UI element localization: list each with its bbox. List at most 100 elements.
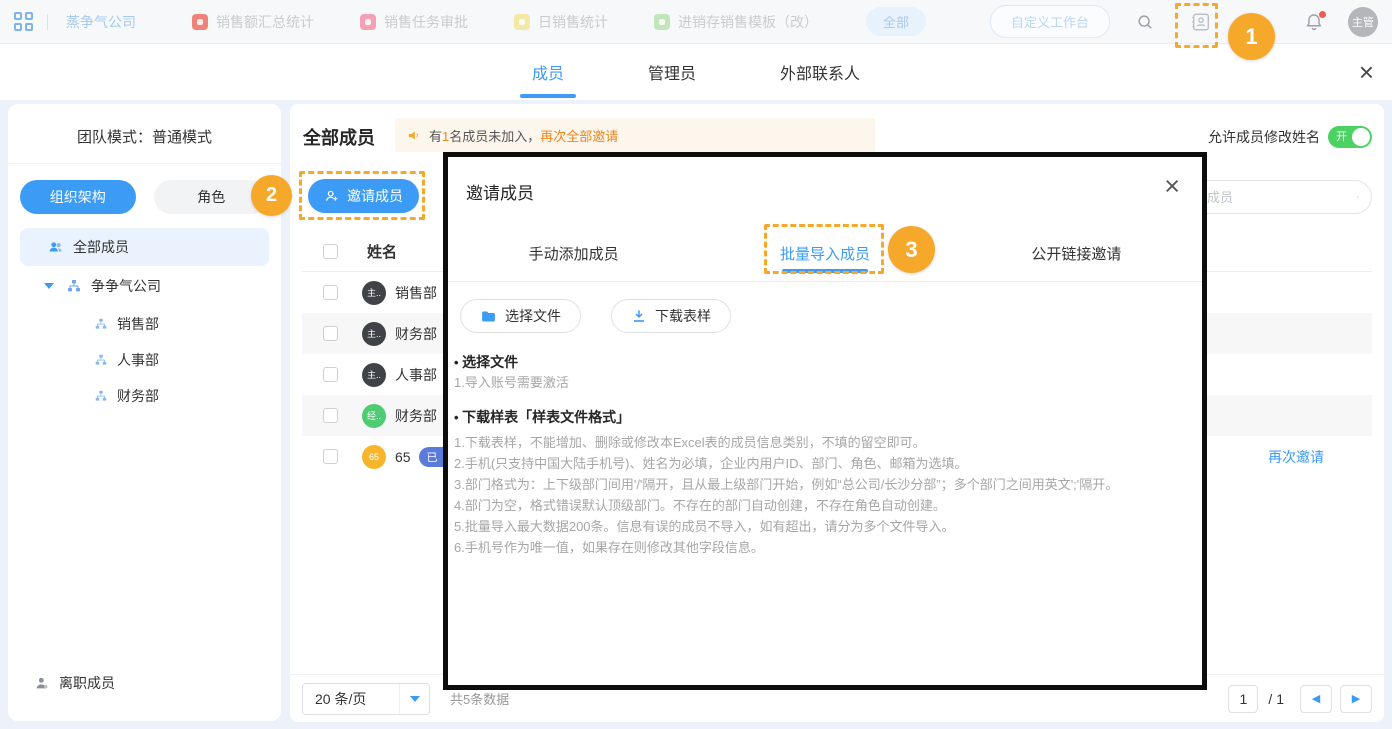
- prev-page-button[interactable]: [1300, 685, 1332, 713]
- instruction-line: 1.导入账号需要激活: [454, 372, 569, 393]
- row-checkbox[interactable]: [323, 449, 338, 464]
- select-all-checkbox[interactable]: [323, 244, 338, 259]
- close-icon[interactable]: ×: [1359, 58, 1374, 86]
- sidebar-item-sales-dept[interactable]: 销售部: [8, 306, 281, 342]
- page-title: 全部成员: [303, 124, 375, 150]
- notification-dot: [1319, 11, 1326, 18]
- contact-card-icon[interactable]: [1182, 5, 1220, 39]
- page-size-select[interactable]: 20 条/页: [302, 683, 430, 715]
- sidebar-item-finance-dept[interactable]: 财务部: [8, 378, 281, 414]
- modal-tabs: 手动添加成员 批量导入成员 公开链接邀请: [448, 225, 1202, 282]
- step-marker-3: 3: [888, 226, 935, 273]
- member-name: 财务部: [395, 406, 437, 426]
- speaker-icon: [407, 128, 422, 143]
- row-checkbox[interactable]: [323, 285, 338, 300]
- tab-external-contacts[interactable]: 外部联系人: [776, 44, 864, 100]
- pending-invite-banner: 有1名成员未加入，再次全部邀请: [395, 118, 875, 152]
- team-mode-label: 团队模式：普通模式: [8, 104, 281, 163]
- notification-bell-icon[interactable]: [1304, 12, 1324, 32]
- download-icon: [631, 308, 647, 324]
- app-icon: [360, 14, 376, 30]
- app-icon: [514, 14, 530, 30]
- all-apps-button[interactable]: 全部: [866, 7, 926, 36]
- reinvite-link[interactable]: 再次邀请: [1268, 447, 1324, 467]
- sidebar-item-label: 人事部: [117, 350, 159, 370]
- step-marker-1: 1: [1228, 13, 1275, 60]
- modal-title: 邀请成员: [466, 179, 534, 204]
- top-bar: 蒸争气公司 销售额汇总统计 销售任务审批 日销售统计 进销存销售模板（改） 全部…: [0, 0, 1392, 44]
- tab-admins[interactable]: 管理员: [644, 44, 700, 100]
- total-pages: / 1: [1268, 691, 1284, 707]
- instruction-line: 3.部门格式为：上下级部门间用'/'隔开，且从最上级部门开始，例如“总公司/长沙…: [454, 474, 1118, 495]
- sidebar-item-hr-dept[interactable]: 人事部: [8, 342, 281, 378]
- sidebar-item-resigned-members[interactable]: 离职成员: [34, 673, 115, 693]
- instruction-line: 2.手机(只支持中国大陆手机号)、姓名为必填，企业内用户ID、部门、角色、邮箱为…: [454, 453, 968, 474]
- folder-icon: [480, 308, 497, 325]
- org-icon: [94, 353, 108, 367]
- allow-rename-toggle[interactable]: 开: [1328, 126, 1372, 148]
- column-header-name: 姓名: [367, 241, 397, 262]
- download-template-button[interactable]: 下载表样: [611, 299, 731, 333]
- search-icon[interactable]: [1357, 189, 1359, 205]
- instruction-line: 4.部门为空，格式错误默认顶级部门。不存在的部门自动创建，不存在角色自动创建。: [454, 495, 946, 516]
- sidebar-item-label: 销售部: [117, 314, 159, 334]
- current-page[interactable]: 1: [1228, 685, 1258, 713]
- company-tab[interactable]: 蒸争气公司: [66, 12, 136, 32]
- avatar: 主..: [362, 322, 386, 346]
- divider: [47, 14, 48, 30]
- choose-file-button[interactable]: 选择文件: [460, 299, 581, 333]
- member-nav-bar: 成员 管理员 外部联系人 ×: [0, 44, 1392, 100]
- app-tab-daily-sales[interactable]: 日销售统计: [514, 12, 608, 32]
- user-avatar[interactable]: 主管: [1348, 7, 1378, 37]
- app-tab-inventory-template[interactable]: 进销存销售模板（改）: [654, 12, 818, 32]
- sidebar-item-company[interactable]: 争争气公司: [8, 266, 281, 306]
- member-name: 人事部: [395, 365, 437, 385]
- section-title-download-template: 下载样表「样表文件格式」: [454, 407, 630, 427]
- apps-grid-icon[interactable]: [14, 12, 33, 31]
- org-structure-button[interactable]: 组织架构: [20, 180, 136, 214]
- invite-member-button[interactable]: 邀请成员: [308, 179, 419, 213]
- tab-members[interactable]: 成员: [528, 44, 568, 100]
- org-icon: [94, 317, 108, 331]
- chevron-down-icon[interactable]: [44, 283, 54, 289]
- member-name: 销售部: [395, 283, 437, 303]
- avatar: 主..: [362, 281, 386, 305]
- avatar: 经..: [362, 404, 386, 428]
- custom-workbench-button[interactable]: 自定义工作台: [990, 5, 1110, 38]
- org-icon: [94, 389, 108, 403]
- page-size-value: 20 条/页: [303, 689, 399, 709]
- instruction-line: 1.下载表样，不能增加、删除或修改本Excel表的成员信息类别，不填的留空即可。: [454, 432, 926, 453]
- invite-member-modal: 邀请成员 × 手动添加成员 批量导入成员 公开链接邀请 选择文件 下载表样 选择…: [443, 152, 1207, 690]
- sidebar-item-all-members[interactable]: 全部成员: [20, 228, 269, 266]
- next-page-button[interactable]: [1340, 685, 1372, 713]
- sidebar-item-label: 离职成员: [59, 673, 115, 693]
- app-icon: [192, 14, 208, 30]
- instruction-line: 5.批量导入最大数据200条。信息有误的成员不导入，如有超出，请分为多个文件导入…: [454, 516, 955, 537]
- search-icon[interactable]: [1136, 13, 1154, 31]
- app-tab-task-approval[interactable]: 销售任务审批: [360, 12, 468, 32]
- instruction-line: 6.手机号作为唯一值，如果存在则修改其他字段信息。: [454, 537, 764, 558]
- divider: [8, 163, 281, 164]
- org-icon: [66, 278, 82, 294]
- member-name: 财务部: [395, 324, 437, 344]
- search-input[interactable]: [1181, 190, 1357, 205]
- pagination: 1 / 1: [1228, 685, 1372, 713]
- row-checkbox[interactable]: [323, 408, 338, 423]
- tab-public-link[interactable]: 公开链接邀请: [951, 225, 1202, 281]
- reinvite-all-link[interactable]: 再次全部邀请: [540, 129, 618, 144]
- tab-manual-add[interactable]: 手动添加成员: [448, 225, 699, 281]
- sidebar-item-label: 财务部: [117, 386, 159, 406]
- member-name: 65: [395, 449, 411, 465]
- row-checkbox[interactable]: [323, 326, 338, 341]
- toggle-state: 开: [1336, 130, 1347, 144]
- members-icon: [47, 238, 65, 256]
- avatar: 65: [362, 445, 386, 469]
- app-tab-sales-summary[interactable]: 销售额汇总统计: [192, 12, 314, 32]
- section-title-choose-file: 选择文件: [454, 352, 518, 372]
- chevron-down-icon[interactable]: [399, 684, 429, 714]
- org-sidebar: 团队模式：普通模式 组织架构 角色 全部成员 争争气公司 销售部 人事部 财务部…: [8, 104, 281, 721]
- resigned-person-icon: [34, 675, 50, 691]
- close-icon[interactable]: ×: [1164, 171, 1180, 202]
- row-checkbox[interactable]: [323, 367, 338, 382]
- toggle-knob: [1352, 128, 1370, 146]
